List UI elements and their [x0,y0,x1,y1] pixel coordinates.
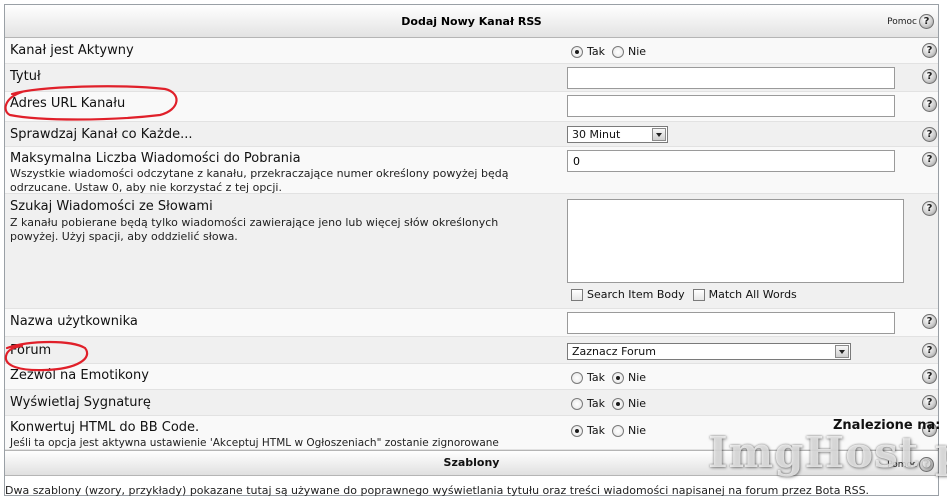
words-label: Szukaj Wiadomości ze Słowami [10,199,213,214]
help-label: Pomoc [887,16,917,27]
smilies-label: Zezwól na Emotikony [10,368,149,383]
row-signature: Wyświetlaj Sygnaturę Tak Nie ? [5,390,938,416]
row-max-messages: Maksymalna Liczba Wiadomości do Pobrania… [5,147,938,194]
html-radio-group: Tak Nie [571,424,653,437]
templates-section-title: Szablony [443,456,500,469]
title-label: Tytuł [10,69,41,84]
help-icon[interactable]: ? [922,127,937,142]
html-yes-option[interactable]: Tak [571,424,605,437]
templates-help-link[interactable]: Pomoc ? [887,457,934,472]
help-icon[interactable]: ? [922,97,937,112]
smilies-yes-label: Tak [587,371,606,384]
help-link[interactable]: Pomoc ? [887,14,934,29]
search-item-body-checkbox[interactable] [571,288,583,301]
help-icon[interactable]: ? [922,43,937,58]
templates-help-label: Pomoc [887,459,917,470]
row-smilies: Zezwól na Emotikony Tak Nie ? [5,364,938,390]
max-description: Wszystkie wiadomości odczytane z kanału,… [10,167,509,194]
check-interval-value: 30 Minut [572,128,621,141]
active-no-option[interactable]: Nie [612,45,646,58]
max-messages-input[interactable] [567,150,895,172]
match-all-words-label: Match All Words [708,288,797,301]
search-item-body-option[interactable]: Search Item Body [571,288,685,301]
active-yes-option[interactable]: Tak [571,45,605,58]
row-url: Adres URL Kanału ? [5,92,938,122]
max-label: Maksymalna Liczba Wiadomości do Pobrania [10,151,301,166]
form-title: Dodaj Nowy Kanał RSS [401,15,542,28]
html-label: Konwertuj HTML do BB Code. [10,420,200,435]
url-input[interactable] [567,95,895,117]
smilies-yes-option[interactable]: Tak [571,371,605,384]
keywords-textarea[interactable] [567,199,904,283]
dropdown-arrow-icon[interactable] [835,345,849,358]
row-check-interval: Sprawdzaj Kanał co Każde... 30 Minut ? [5,122,938,147]
signature-no-label: Nie [628,397,647,410]
signature-yes-label: Tak [587,397,606,410]
html-no-option[interactable]: Nie [612,424,646,437]
row-html-convert: Konwertuj HTML do BB Code. Jeśli ta opcj… [5,416,938,450]
check-label: Sprawdzaj Kanał co Każde... [10,127,193,142]
active-radio-group: Tak Nie [571,45,653,58]
match-all-words-option[interactable]: Match All Words [692,288,797,301]
help-icon: ? [919,14,934,29]
active-label: Kanał jest Aktywny [10,43,134,58]
match-all-words-checkbox[interactable] [692,288,705,301]
html-yes-radio[interactable] [571,424,583,437]
templates-section-header: Szablony Pomoc ? [5,450,938,476]
row-username: Nazwa użytkownika ? [5,309,938,337]
html-yes-label: Tak [587,424,606,437]
help-icon[interactable]: ? [922,343,937,358]
smilies-no-option[interactable]: Nie [612,371,646,384]
help-icon[interactable]: ? [922,69,937,84]
row-keywords: Szukaj Wiadomości ze Słowami Z kanału po… [5,194,938,309]
signature-yes-option[interactable]: Tak [571,397,605,410]
signature-no-option[interactable]: Nie [612,397,646,410]
row-forum: Forum Zaznacz Forum ? [5,337,938,364]
words-description: Z kanału pobierane będą tylko wiadomości… [10,216,499,243]
active-no-radio[interactable] [612,45,625,58]
username-input[interactable] [567,312,895,334]
html-description: Jeśli ta opcja jest aktywna ustawienie '… [10,437,499,449]
help-icon[interactable]: ? [922,201,937,216]
help-icon[interactable]: ? [922,314,937,329]
templates-description: Dwa szablony (wzory, przykłady) pokazane… [5,484,870,497]
signature-label: Wyświetlaj Sygnaturę [10,395,151,410]
smilies-yes-radio[interactable] [571,371,583,384]
html-no-label: Nie [628,424,647,437]
smilies-radio-group: Tak Nie [571,371,653,384]
search-item-body-label: Search Item Body [587,288,685,301]
row-title: Tytuł ? [5,64,938,92]
found-on-overlay-text: Znalezione na: [833,418,941,433]
url-label: Adres URL Kanału [10,96,126,111]
active-no-label: Nie [628,45,647,58]
forum-select-value: Zaznacz Forum [572,345,656,358]
username-label: Nazwa użytkownika [10,314,138,329]
signature-radio-group: Tak Nie [571,397,653,410]
keyword-options: Search Item Body Match All Words [571,288,805,301]
forum-label: Forum [10,343,52,358]
html-no-radio[interactable] [612,424,625,437]
active-yes-label: Tak [587,45,606,58]
form-header: Dodaj Nowy Kanał RSS Pomoc ? [5,5,938,38]
help-icon[interactable]: ? [922,152,937,167]
dropdown-arrow-icon[interactable] [652,128,666,141]
smilies-no-radio[interactable] [612,371,625,384]
help-icon[interactable]: ? [922,395,937,410]
smilies-no-label: Nie [628,371,647,384]
signature-yes-radio[interactable] [571,397,583,410]
title-input[interactable] [567,67,895,89]
active-yes-radio[interactable] [571,45,583,58]
help-icon[interactable]: ? [922,369,937,384]
forum-select[interactable]: Zaznacz Forum [567,343,851,360]
help-icon: ? [919,457,934,472]
check-interval-select[interactable]: 30 Minut [567,126,668,143]
rss-form-table: Dodaj Nowy Kanał RSS Pomoc ? Kanał jest … [4,4,939,496]
signature-no-radio[interactable] [612,397,625,410]
row-active: Kanał jest Aktywny Tak Nie ? [5,38,938,64]
